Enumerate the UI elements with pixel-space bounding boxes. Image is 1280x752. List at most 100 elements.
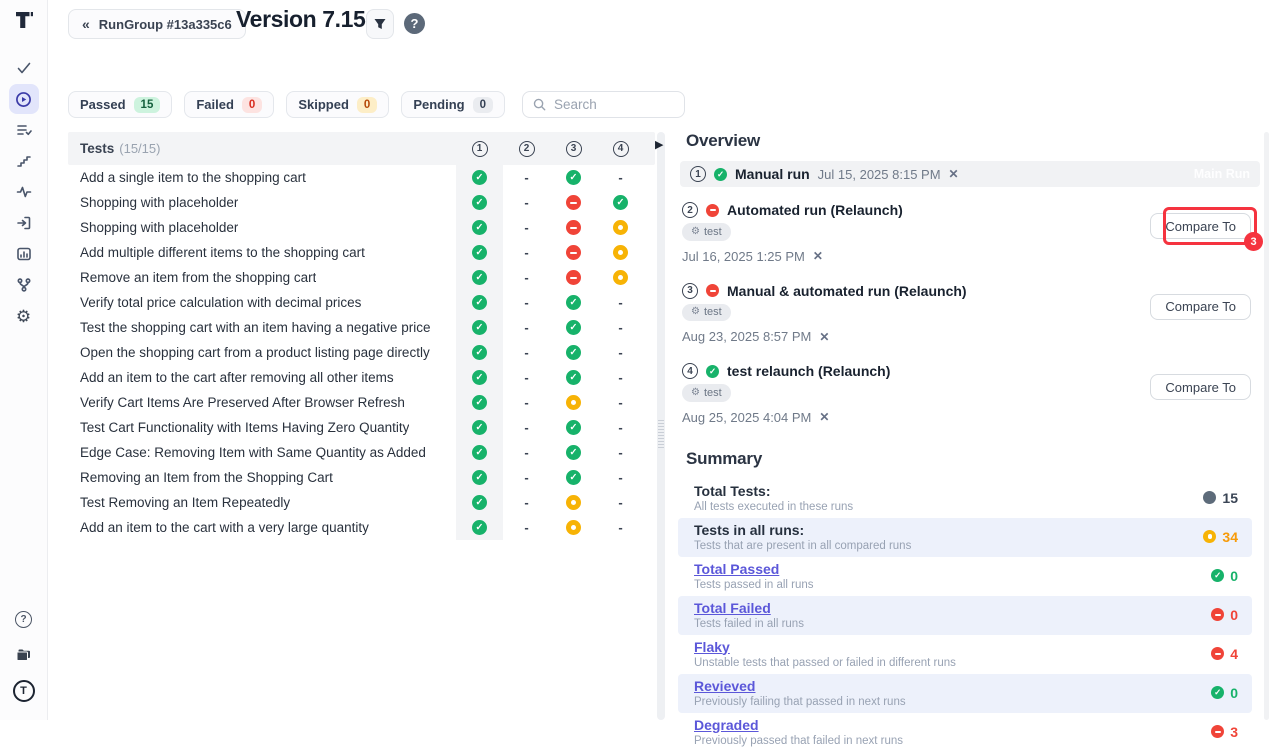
table-row[interactable]: Test Removing an Item Repeatedly✓-- — [68, 490, 655, 515]
sidebar-item-branches[interactable] — [9, 270, 39, 300]
filter-tab-pending[interactable]: Pending0 — [401, 91, 505, 118]
sidebar-item-analytics[interactable] — [9, 239, 39, 269]
filter-tab-skipped[interactable]: Skipped0 — [286, 91, 389, 118]
summary-value-group: ✓0 — [1211, 568, 1238, 584]
summary-row: RevievedPreviously failing that passed i… — [678, 674, 1252, 713]
failed-minus-icon — [566, 245, 581, 260]
run-date: Aug 23, 2025 8:57 PM — [682, 329, 811, 344]
compare-to-button[interactable]: Compare To — [1150, 374, 1251, 400]
failed-minus-icon — [1211, 647, 1224, 660]
no-status-dash: - — [524, 420, 528, 435]
table-row[interactable]: Remove an item from the shopping cart✓- — [68, 265, 655, 290]
summary-value: 0 — [1230, 685, 1238, 701]
status-cell: ✓ — [456, 215, 503, 240]
failed-minus-icon — [706, 284, 719, 297]
summary-link[interactable]: Degraded — [694, 717, 903, 733]
run-entry[interactable]: 4✓test relaunch (Relaunch)⚙testAug 25, 2… — [680, 361, 1260, 429]
table-row[interactable]: Add an item to the cart with a very larg… — [68, 515, 655, 540]
status-cell: - — [597, 340, 644, 365]
filter-tab-passed[interactable]: Passed15 — [68, 91, 172, 118]
table-row[interactable]: Shopping with placeholder✓-✓ — [68, 190, 655, 215]
compare-to-button[interactable]: Compare To — [1150, 213, 1251, 239]
summary-value-group: 15 — [1203, 490, 1238, 506]
compare-to-button[interactable]: Compare To — [1150, 294, 1251, 320]
run-tag-chip: ⚙test — [682, 223, 731, 241]
summary-link[interactable]: Revieved — [694, 678, 906, 694]
sidebar-item-settings-gear[interactable]: ⚙ — [9, 301, 39, 331]
status-cell: - — [503, 315, 550, 340]
status-cells: ✓- — [456, 215, 644, 240]
table-row[interactable]: Edge Case: Removing Item with Same Quant… — [68, 440, 655, 465]
no-status-dash: - — [618, 420, 622, 435]
run-name: test relaunch (Relaunch) — [727, 363, 890, 379]
passed-check-icon: ✓ — [706, 365, 719, 378]
filter-tab-failed[interactable]: Failed0 — [184, 91, 274, 118]
panel-resizer[interactable]: ▶ — [657, 132, 665, 720]
summary-value: 4 — [1230, 646, 1238, 662]
test-name: Verify total price calculation with deci… — [80, 295, 361, 310]
run-date: Jul 16, 2025 1:25 PM — [682, 249, 805, 264]
status-cell: ✓ — [456, 415, 503, 440]
sidebar-item-import[interactable] — [9, 208, 39, 238]
passed-check-icon: ✓ — [472, 495, 487, 510]
remove-run-icon[interactable]: ✕ — [813, 249, 823, 263]
no-status-dash: - — [524, 220, 528, 235]
run-tag-chip: ⚙test — [682, 304, 731, 322]
summary-value-group: 0 — [1211, 607, 1238, 623]
pulse-icon — [16, 184, 32, 200]
account-avatar-icon: T — [13, 680, 35, 702]
rungroup-back-button[interactable]: « RunGroup #13a335c6 — [68, 9, 246, 39]
summary-link[interactable]: Total Passed — [694, 561, 814, 577]
table-row[interactable]: Verify Cart Items Are Preserved After Br… — [68, 390, 655, 415]
overview-panel: Overview 1✓Manual runJul 15, 2025 8:15 P… — [672, 131, 1260, 752]
table-row[interactable]: Add a single item to the shopping cart✓-… — [68, 165, 655, 190]
remove-run-icon[interactable]: ✕ — [949, 167, 959, 181]
test-name: Add a single item to the shopping cart — [80, 170, 306, 185]
table-row[interactable]: Add an item to the cart after removing a… — [68, 365, 655, 390]
table-row[interactable]: Open the shopping cart from a product li… — [68, 340, 655, 365]
summary-description: Tests passed in all runs — [694, 579, 814, 591]
run-entry-main[interactable]: 1✓Manual runJul 15, 2025 8:15 PM✕Main Ru… — [680, 161, 1260, 187]
summary-link[interactable]: Flaky — [694, 639, 956, 655]
sidebar-item-runs-play[interactable] — [9, 84, 39, 114]
sidebar-item-tests-check[interactable] — [9, 53, 39, 83]
filter-button[interactable] — [366, 9, 394, 39]
sidebar-item-steps[interactable] — [9, 146, 39, 176]
test-name: Test Removing an Item Repeatedly — [80, 495, 290, 510]
remove-run-icon[interactable]: ✕ — [819, 410, 829, 424]
table-row[interactable]: Shopping with placeholder✓- — [68, 215, 655, 240]
test-name: Test Cart Functionality with Items Havin… — [80, 420, 409, 435]
run-entry[interactable]: 2Automated run (Relaunch)⚙testJul 16, 20… — [680, 200, 1260, 268]
table-row[interactable]: Test the shopping cart with an item havi… — [68, 315, 655, 340]
passed-check-icon: ✓ — [1211, 569, 1224, 582]
skipped-dot-icon — [613, 270, 628, 285]
status-cell: - — [597, 290, 644, 315]
table-row[interactable]: Verify total price calculation with deci… — [68, 290, 655, 315]
scrollbar[interactable] — [1264, 132, 1269, 720]
sidebar-item-account[interactable]: T — [9, 676, 39, 706]
no-status-dash: - — [524, 345, 528, 360]
sidebar-item-help[interactable]: ? — [9, 604, 39, 634]
passed-check-icon: ✓ — [566, 345, 581, 360]
sidebar-item-report-list[interactable] — [9, 115, 39, 145]
steps-icon — [16, 153, 32, 169]
failed-minus-icon — [566, 270, 581, 285]
summary-link[interactable]: Total Failed — [694, 600, 804, 616]
status-cell: - — [597, 415, 644, 440]
table-row[interactable]: Add multiple different items to the shop… — [68, 240, 655, 265]
run-tag-label: test — [704, 306, 722, 318]
summary-label: Total Tests: — [694, 483, 853, 499]
sidebar-item-pulse[interactable] — [9, 177, 39, 207]
status-cell: ✓ — [456, 240, 503, 265]
help-icon[interactable]: ? — [404, 13, 425, 34]
collapse-panel-icon[interactable]: ▶ — [655, 138, 663, 151]
summary-list: Total Tests:All tests executed in these … — [672, 479, 1260, 752]
search-input[interactable] — [554, 97, 674, 112]
passed-check-icon: ✓ — [566, 320, 581, 335]
remove-run-icon[interactable]: ✕ — [819, 330, 829, 344]
status-cell: - — [503, 465, 550, 490]
run-entry[interactable]: 3Manual & automated run (Relaunch)⚙testA… — [680, 281, 1260, 349]
sidebar-item-projects-folder[interactable] — [9, 640, 39, 670]
table-row[interactable]: Removing an Item from the Shopping Cart✓… — [68, 465, 655, 490]
table-row[interactable]: Test Cart Functionality with Items Havin… — [68, 415, 655, 440]
